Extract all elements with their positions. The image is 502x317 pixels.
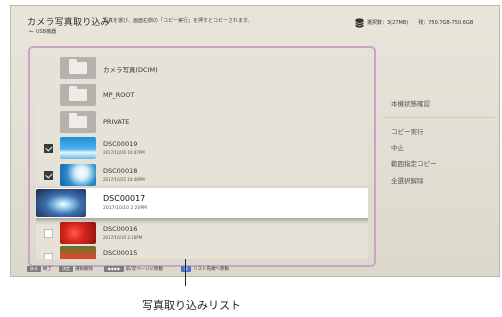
footer-exit: 戻る 終了 bbox=[27, 266, 52, 272]
checkbox-icon[interactable] bbox=[44, 229, 53, 238]
stop-button[interactable]: 中止 bbox=[391, 142, 404, 152]
item-name: DSC00018 bbox=[103, 167, 138, 175]
page-keys-icon: ◀◀ ▶▶ bbox=[104, 266, 124, 272]
source-device-label: ⭠ USB機器 bbox=[29, 28, 56, 36]
photo-thumbnail bbox=[60, 222, 96, 244]
page-label: 前/次ページに移動 bbox=[125, 267, 164, 272]
usb-icon: ⭠ bbox=[29, 28, 34, 35]
decide-key-icon: 決定 bbox=[59, 266, 73, 272]
photo-thumbnail bbox=[36, 189, 86, 217]
blue-key-icon: 青 bbox=[181, 266, 191, 272]
deselect-all-button[interactable]: 全選択解除 bbox=[391, 175, 424, 185]
menu-divider bbox=[383, 117, 495, 118]
folder-icon bbox=[60, 57, 96, 79]
photo-thumbnail bbox=[60, 164, 96, 186]
photo-thumbnail bbox=[60, 137, 96, 159]
list-item[interactable]: DSC00019 2017/10/26 10:47PM bbox=[36, 136, 354, 160]
item-date: 2017/10/26 10:47PM bbox=[103, 150, 145, 155]
item-date: 2017/10/10 2:20PM bbox=[103, 206, 148, 211]
selection-count: 選択数：3(27MB) bbox=[367, 20, 409, 26]
range-copy-button[interactable]: 範囲指定コピー bbox=[391, 158, 437, 168]
item-name: MP_ROOT bbox=[103, 91, 135, 99]
footer-hints: 戻る 終了 決定 選択解除 ◀◀ ▶▶ 前/次ページに移動 青リスト先頭へ移動 bbox=[11, 260, 499, 276]
list-item[interactable]: DSC00015 bbox=[36, 245, 354, 259]
select-label: 選択解除 bbox=[75, 267, 93, 272]
photo-import-list: カメラ写真(DCIM) MP_ROOT PRIVATE DSC00019 201… bbox=[28, 46, 376, 267]
list-item[interactable]: DSC00018 2017/10/25 10:46PM bbox=[36, 163, 354, 187]
item-name: DSC00017 bbox=[103, 194, 146, 203]
list-item-focused[interactable]: DSC00017 2017/10/10 2:20PM bbox=[36, 188, 368, 218]
footer-select: 決定 選択解除 bbox=[59, 266, 93, 272]
checkbox-icon[interactable] bbox=[44, 253, 53, 259]
database-icon bbox=[355, 18, 364, 28]
item-name: カメラ写真(DCIM) bbox=[103, 66, 158, 74]
item-date: 2017/10/25 10:46PM bbox=[103, 177, 145, 182]
list-item[interactable]: MP_ROOT bbox=[36, 83, 354, 107]
photo-import-screen: カメラ写真取り込み 写真を選び、画面右側の「コピー実行」を押すとコピーされます。… bbox=[10, 5, 500, 277]
folder-icon bbox=[60, 111, 96, 133]
footer-page: ◀◀ ▶▶ 前/次ページに移動 bbox=[104, 266, 163, 272]
list-item[interactable]: カメラ写真(DCIM) bbox=[36, 56, 354, 80]
top-label: リスト先頭へ移動 bbox=[193, 267, 229, 272]
checkbox-icon[interactable] bbox=[44, 144, 53, 153]
list-item[interactable]: PRIVATE bbox=[36, 110, 354, 134]
list-item[interactable]: DSC00016 2017/10/10 2:18PM bbox=[36, 221, 354, 245]
selection-summary: 選択数：3(27MB) 残：750.7GB-750.6GB bbox=[367, 19, 473, 26]
exit-label: 終了 bbox=[43, 267, 52, 272]
remaining-space: 残：750.7GB-750.6GB bbox=[418, 20, 474, 26]
callout-line bbox=[185, 259, 186, 286]
back-key-icon: 戻る bbox=[27, 266, 41, 272]
item-name: DSC00019 bbox=[103, 140, 138, 148]
photo-thumbnail bbox=[60, 246, 96, 259]
item-name: DSC00015 bbox=[103, 249, 138, 257]
item-name: DSC00016 bbox=[103, 225, 138, 233]
folder-icon bbox=[60, 84, 96, 106]
checkbox-icon[interactable] bbox=[44, 171, 53, 180]
footer-top: 青リスト先頭へ移動 bbox=[181, 266, 229, 272]
copy-run-button[interactable]: コピー実行 bbox=[391, 126, 424, 136]
photo-list-panel: カメラ写真(DCIM) MP_ROOT PRIVATE DSC00019 201… bbox=[36, 54, 368, 259]
figure-caption: 写真取り込みリスト bbox=[142, 299, 241, 312]
source-device-text: USB機器 bbox=[35, 29, 57, 35]
item-name: PRIVATE bbox=[103, 118, 130, 126]
page-title: カメラ写真取り込み bbox=[27, 18, 110, 28]
item-date: 2017/10/10 2:18PM bbox=[103, 235, 143, 240]
storage-check-button[interactable]: 本機状態確認 bbox=[391, 98, 430, 108]
instruction-text: 写真を選び、画面右側の「コピー実行」を押すとコピーされます。 bbox=[103, 18, 253, 24]
